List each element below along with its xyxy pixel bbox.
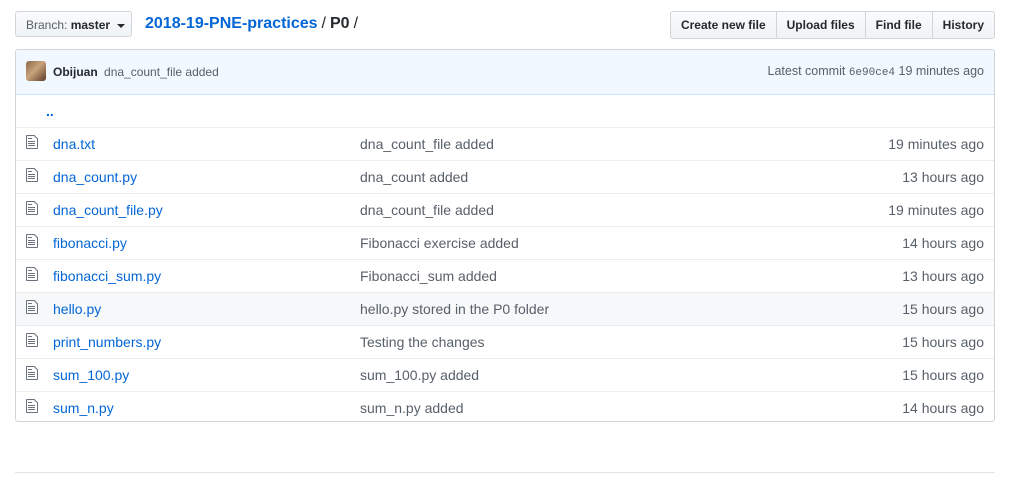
latest-commit-bar: Obijuan dna_count_file added Latest comm… <box>16 50 994 95</box>
file-icon <box>26 167 38 188</box>
breadcrumb-current-folder: P0 <box>330 15 350 32</box>
file-browser: Obijuan dna_count_file added Latest comm… <box>15 49 995 422</box>
file-icon-cell <box>16 226 53 260</box>
parent-directory-link[interactable]: .. <box>16 103 54 119</box>
file-icon <box>26 233 38 254</box>
upload-files-button[interactable]: Upload files <box>775 11 866 39</box>
footer-divider <box>15 472 995 473</box>
breadcrumb-repo-link[interactable]: 2018-19-PNE-practices <box>145 15 318 32</box>
file-icon-cell <box>16 292 53 326</box>
file-icon-cell <box>16 259 53 293</box>
commit-message-link[interactable]: dna_count_file added <box>104 65 219 79</box>
file-commit-message-link[interactable]: Testing the changes <box>360 334 485 350</box>
file-name-link[interactable]: dna_count_file.py <box>53 202 163 218</box>
table-row[interactable]: sum_n.py sum_n.py added 14 hours ago <box>16 391 994 421</box>
file-commit-age: 14 hours ago <box>902 235 984 251</box>
file-commit-age: 13 hours ago <box>902 169 984 185</box>
file-commit-message-link[interactable]: Fibonacci_sum added <box>360 268 497 284</box>
file-icon <box>26 299 38 320</box>
file-commit-message-link[interactable]: sum_100.py added <box>360 367 479 383</box>
commit-summary: Obijuan dna_count_file added <box>53 64 219 80</box>
file-icon-cell <box>16 193 53 227</box>
history-button[interactable]: History <box>931 11 995 39</box>
file-name-link[interactable]: print_numbers.py <box>53 334 161 350</box>
commit-age: 19 minutes ago <box>898 64 984 78</box>
chevron-down-icon <box>117 23 126 28</box>
table-row[interactable]: fibonacci_sum.py Fibonacci_sum added 13 ho… <box>16 259 994 293</box>
file-name-link[interactable]: sum_n.py <box>53 400 114 416</box>
file-icon <box>26 266 38 287</box>
find-file-button[interactable]: Find file <box>864 11 933 39</box>
file-icon <box>26 332 38 353</box>
file-name-link[interactable]: fibonacci_sum.py <box>53 268 161 284</box>
file-name-link[interactable]: sum_100.py <box>53 367 129 383</box>
parent-directory-row[interactable]: .. <box>16 95 994 128</box>
breadcrumb-separator: / <box>321 15 326 32</box>
breadcrumb: 2018-19-PNE-practices / P0/ <box>145 13 362 35</box>
file-commit-age: 19 minutes ago <box>888 202 984 218</box>
file-commit-age: 13 hours ago <box>902 268 984 284</box>
table-row[interactable]: hello.py hello.py stored in the P0 folder… <box>16 292 994 326</box>
file-commit-message-link[interactable]: dna_count_file added <box>360 136 494 152</box>
file-icon <box>26 398 38 419</box>
file-name-link[interactable]: hello.py <box>53 301 101 317</box>
create-new-file-button[interactable]: Create new file <box>669 11 777 39</box>
file-name-link[interactable]: dna_count.py <box>53 169 137 185</box>
file-icon-cell <box>16 391 53 421</box>
file-name-link[interactable]: dna.txt <box>53 136 95 152</box>
commit-sha-link[interactable]: 6e90ce4 <box>849 67 895 79</box>
file-commit-message-link[interactable]: sum_n.py added <box>360 400 464 416</box>
breadcrumb-trailing-separator: / <box>353 15 359 32</box>
avatar[interactable] <box>26 61 46 81</box>
latest-commit-label: Latest commit <box>767 64 846 78</box>
commit-author-link[interactable]: Obijuan <box>53 65 98 79</box>
file-icon-cell <box>16 358 53 392</box>
file-commit-message-link[interactable]: Fibonacci exercise added <box>360 235 519 251</box>
table-row[interactable]: dna.txt dna_count_file added 19 minutes ag… <box>16 127 994 161</box>
repo-toolbar: Branch: master 2018-19-PNE-practices / P0/… <box>15 11 995 39</box>
file-icon <box>26 200 38 221</box>
table-row[interactable]: fibonacci.py Fibonacci exercise added 14 h… <box>16 226 994 260</box>
branch-prefix-label: Branch: <box>26 18 68 32</box>
file-commit-message-link[interactable]: dna_count_file added <box>360 202 494 218</box>
file-commit-age: 15 hours ago <box>902 301 984 317</box>
file-icon-cell <box>16 325 53 359</box>
branch-select-button[interactable]: Branch: master <box>15 11 132 37</box>
branch-name: master <box>70 18 111 32</box>
file-commit-age: 19 minutes ago <box>888 136 984 152</box>
file-commit-age: 14 hours ago <box>902 400 984 416</box>
file-commit-message-link[interactable]: dna_count added <box>360 169 468 185</box>
table-row[interactable]: print_numbers.py Testing the changes 15 ho… <box>16 325 994 359</box>
file-icon-cell <box>16 127 53 161</box>
file-commit-age: 15 hours ago <box>902 334 984 350</box>
file-name-link[interactable]: fibonacci.py <box>53 235 127 251</box>
commit-meta: Latest commit 6e90ce4 19 minutes ago <box>768 63 984 81</box>
file-icon-cell <box>16 160 53 194</box>
file-table: .. dna.txt dna_count_file added 19 minutes… <box>16 95 994 421</box>
table-row[interactable]: dna_count_file.py dna_count_file added 19 … <box>16 193 994 227</box>
file-icon <box>26 365 38 386</box>
file-icon <box>26 134 38 155</box>
file-commit-age: 15 hours ago <box>902 367 984 383</box>
file-actions-group: Create new file Upload files Find file H… <box>669 11 995 39</box>
table-row[interactable]: sum_100.py sum_100.py added 15 hours ago <box>16 358 994 392</box>
table-row[interactable]: dna_count.py dna_count added 13 hours ago <box>16 160 994 194</box>
file-commit-message-link[interactable]: hello.py stored in the P0 folder <box>360 301 549 317</box>
